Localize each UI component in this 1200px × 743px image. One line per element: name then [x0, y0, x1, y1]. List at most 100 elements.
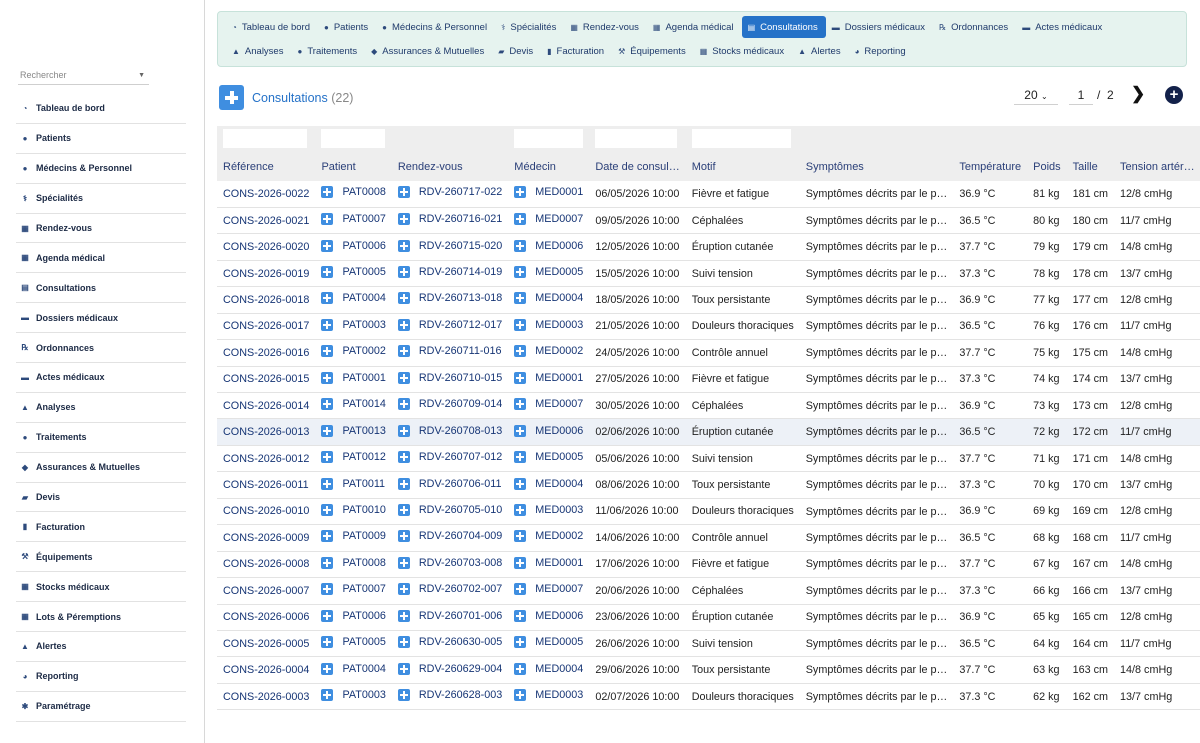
table-cell[interactable]: PAT0005 — [315, 260, 391, 286]
record-link[interactable]: PAT0003 — [321, 318, 386, 331]
nav-tab-tableau-de-bord[interactable]: ◔ Tableau de bord — [226, 16, 318, 38]
open-record-icon[interactable] — [397, 477, 410, 490]
open-record-icon[interactable] — [514, 239, 527, 252]
record-link[interactable]: MED0007 — [514, 398, 583, 411]
record-link[interactable]: RDV-260714-019 — [397, 266, 502, 279]
open-record-icon[interactable] — [397, 266, 410, 279]
sidebar-item-specialites[interactable]: ⚕ Spécialités — [16, 184, 186, 214]
column-header[interactable]: Date de consul… — [589, 152, 685, 181]
table-row[interactable]: CONS-2026-0017 PAT0003 RDV-260712-017 MED00… — [217, 313, 1200, 340]
sidebar-item-facturation[interactable]: ▮ Facturation — [16, 512, 186, 543]
table-cell[interactable]: MED0005 — [508, 260, 589, 286]
open-record-icon[interactable] — [397, 689, 410, 702]
table-cell[interactable]: PAT0011 — [315, 472, 391, 498]
column-header[interactable]: Symptômes — [800, 152, 954, 181]
table-cell[interactable]: CONS-2026-0007 — [217, 578, 315, 604]
table-cell[interactable]: RDV-260629-004 — [392, 657, 508, 683]
table-row[interactable]: CONS-2026-0003 PAT0003 RDV-260628-003 MED00… — [217, 683, 1200, 710]
record-link[interactable]: PAT0009 — [321, 530, 386, 543]
column-header[interactable]: Tension artér… — [1114, 152, 1200, 181]
table-cell[interactable]: PAT0006 — [315, 234, 391, 260]
open-record-icon[interactable] — [514, 477, 527, 490]
column-header[interactable]: Poids — [1027, 152, 1067, 181]
open-record-icon[interactable] — [514, 556, 527, 569]
sidebar-item-consultations[interactable]: ▤ Consultations — [16, 273, 186, 304]
record-link[interactable]: MED0006 — [514, 424, 583, 437]
table-cell[interactable]: RDV-260630-005 — [392, 630, 508, 656]
table-row[interactable]: CONS-2026-0016 PAT0002 RDV-260711-016 MED00… — [217, 340, 1200, 367]
table-cell[interactable]: CONS-2026-0009 — [217, 525, 315, 551]
table-cell[interactable]: PAT0003 — [315, 683, 391, 709]
record-link[interactable]: RDV-260703-008 — [397, 556, 502, 569]
table-cell[interactable]: PAT0004 — [315, 657, 391, 683]
sidebar-item-actes-medicaux[interactable]: ▬ Actes médicaux — [16, 363, 186, 393]
open-record-icon[interactable] — [397, 556, 410, 569]
open-record-icon[interactable] — [397, 662, 410, 675]
table-row[interactable]: CONS-2026-0004 PAT0004 RDV-260629-004 MED00… — [217, 657, 1200, 684]
nav-tab-alertes[interactable]: ▲ Alertes — [792, 40, 849, 62]
open-record-icon[interactable] — [321, 345, 334, 358]
nav-tab-rendez-vous[interactable]: ▦ Rendez-vous — [564, 16, 647, 38]
record-link[interactable]: PAT0008 — [321, 186, 386, 199]
table-row[interactable]: CONS-2026-0007 PAT0007 RDV-260702-007 MED00… — [217, 578, 1200, 604]
table-row[interactable]: CONS-2026-0011 PAT0011 RDV-260706-011 MED00… — [217, 472, 1200, 499]
table-row[interactable]: CONS-2026-0020 PAT0006 RDV-260715-020 MED00… — [217, 234, 1200, 261]
open-record-icon[interactable] — [321, 583, 334, 596]
record-link[interactable]: PAT0014 — [321, 398, 386, 411]
record-link[interactable]: MED0003 — [514, 689, 583, 702]
record-link[interactable]: PAT0011 — [321, 477, 385, 490]
table-cell[interactable]: CONS-2026-0008 — [217, 551, 315, 577]
table-cell[interactable]: CONS-2026-0017 — [217, 313, 315, 339]
table-cell[interactable]: CONS-2026-0010 — [217, 498, 315, 524]
nav-tab-stocks-medicaux[interactable]: ▦ Stocks médicaux — [694, 40, 792, 62]
table-cell[interactable]: PAT0004 — [315, 287, 391, 313]
open-record-icon[interactable] — [514, 186, 527, 199]
table-cell[interactable]: MED0004 — [508, 472, 589, 498]
sidebar-item-parametrage[interactable]: ✱ Paramétrage — [16, 692, 186, 722]
nav-tab-reporting[interactable]: ◕ Reporting — [849, 40, 914, 62]
open-record-icon[interactable] — [397, 345, 410, 358]
record-link[interactable]: RDV-260707-012 — [397, 451, 502, 464]
nav-tab-patients[interactable]: ● Patients — [318, 16, 376, 38]
record-link[interactable]: RDV-260704-009 — [397, 530, 502, 543]
table-cell[interactable]: CONS-2026-0016 — [217, 340, 315, 366]
sidebar-item-stocks-medicaux[interactable]: ▦ Stocks médicaux — [16, 572, 186, 603]
nav-tab-dossiers-medicaux[interactable]: ▬ Dossiers médicaux — [826, 16, 933, 38]
table-cell[interactable]: RDV-260712-017 — [392, 313, 508, 339]
table-cell[interactable]: MED0005 — [508, 445, 589, 471]
table-cell[interactable]: CONS-2026-0020 — [217, 234, 315, 260]
table-cell[interactable]: MED0002 — [508, 525, 589, 551]
open-record-icon[interactable] — [321, 239, 334, 252]
nav-tab-agenda-medical[interactable]: ▦ Agenda médical — [647, 16, 742, 38]
open-record-icon[interactable] — [321, 371, 334, 384]
open-record-icon[interactable] — [321, 477, 334, 490]
table-row[interactable]: CONS-2026-0008 PAT0008 RDV-260703-008 MED00… — [217, 551, 1200, 578]
filter-patient-input[interactable] — [321, 129, 386, 148]
record-link[interactable]: PAT0004 — [321, 662, 386, 675]
column-header[interactable]: Température — [953, 152, 1027, 181]
table-cell[interactable]: RDV-260711-016 — [392, 340, 508, 366]
table-cell[interactable]: RDV-260707-012 — [392, 445, 508, 471]
record-link[interactable]: PAT0010 — [321, 503, 386, 516]
nav-tab-assurances-mutuelles[interactable]: ◆ Assurances & Mutuelles — [365, 40, 492, 62]
open-record-icon[interactable] — [321, 266, 334, 279]
open-record-icon[interactable] — [321, 689, 334, 702]
table-cell[interactable]: CONS-2026-0005 — [217, 630, 315, 656]
open-record-icon[interactable] — [321, 636, 334, 649]
table-row[interactable]: CONS-2026-0015 PAT0001 RDV-260710-015 MED00… — [217, 366, 1200, 393]
nav-tab-equipements[interactable]: ⚒ Équipements — [612, 40, 694, 62]
record-link[interactable]: MED0002 — [514, 345, 583, 358]
record-link[interactable]: MED0005 — [514, 266, 583, 279]
record-link[interactable]: MED0004 — [514, 292, 583, 305]
open-record-icon[interactable] — [397, 371, 410, 384]
table-cell[interactable]: MED0006 — [508, 419, 589, 445]
record-link[interactable]: PAT0012 — [321, 451, 386, 464]
record-link[interactable]: PAT0008 — [321, 556, 386, 569]
table-cell[interactable]: PAT0002 — [315, 340, 391, 366]
nav-tab-specialites[interactable]: ⚕ Spécialités — [495, 16, 564, 38]
record-link[interactable]: MED0007 — [514, 583, 583, 596]
sidebar-item-medecins-personnel[interactable]: ● Médecins & Personnel — [16, 154, 186, 184]
table-cell[interactable]: CONS-2026-0012 — [217, 445, 315, 471]
record-link[interactable]: MED0004 — [514, 662, 583, 675]
column-header[interactable]: Médecin — [508, 152, 589, 181]
